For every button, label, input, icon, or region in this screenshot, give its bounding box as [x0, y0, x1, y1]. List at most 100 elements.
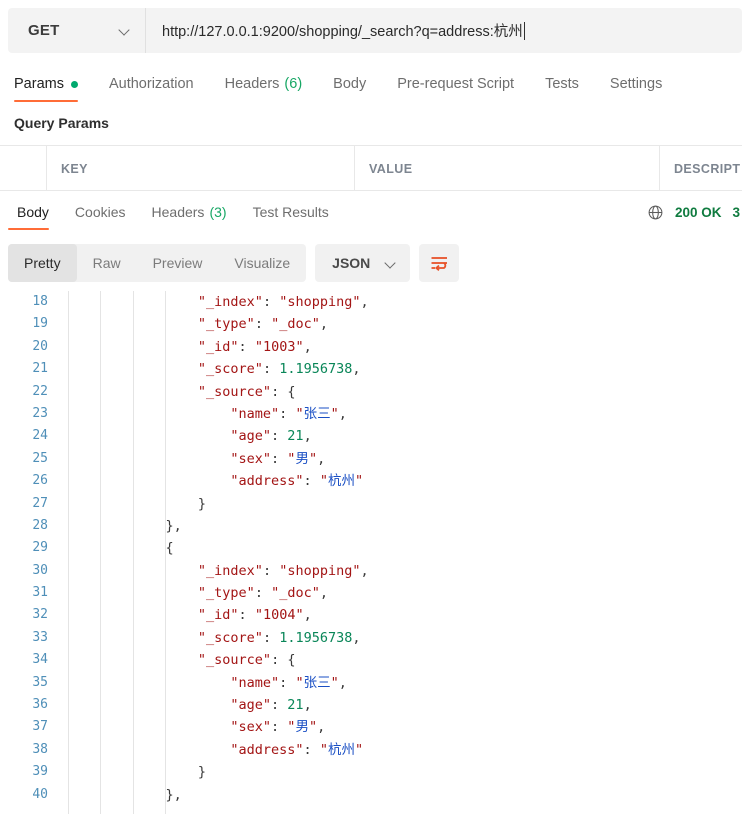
code-line: 35 "name": "张三",: [0, 672, 742, 694]
code-token: "shopping": [279, 294, 361, 310]
line-number: 27: [32, 495, 48, 511]
code-token: 21: [287, 697, 304, 714]
code-token: "address": [230, 741, 304, 758]
view-pretty[interactable]: Pretty: [8, 244, 77, 282]
line-number: 24: [32, 428, 48, 444]
chevron-down-icon: [120, 25, 131, 36]
tab-settings[interactable]: Settings: [610, 62, 676, 106]
code-line-text: {: [165, 537, 173, 559]
code-line: 39}: [0, 761, 742, 783]
code-token: ,: [360, 294, 369, 310]
http-method-selector[interactable]: GET: [8, 8, 146, 53]
response-tab-headers[interactable]: Headers (3): [139, 191, 240, 233]
code-token: "_score": [197, 361, 263, 378]
response-language-selector[interactable]: JSON: [315, 244, 411, 282]
view-visualize-label: Visualize: [234, 255, 291, 271]
code-token: "_id": [197, 338, 239, 355]
code-token: :: [262, 562, 280, 579]
code-token: "name": [230, 405, 280, 422]
code-token: ": [354, 741, 364, 758]
param-column-key: KEY: [47, 146, 355, 192]
line-number: 21: [32, 361, 48, 377]
line-number: 25: [32, 450, 48, 466]
line-number: 39: [32, 764, 48, 780]
code-line: 29 {: [0, 537, 742, 559]
code-token: : {: [271, 652, 296, 669]
code-token: ,: [360, 562, 369, 579]
code-line: 19 "_type": "_doc",: [0, 313, 742, 335]
code-token: ,: [338, 674, 347, 691]
code-token: :: [262, 361, 280, 378]
code-line-text: "age": 21,: [230, 694, 311, 716]
code-token: "_id": [197, 607, 239, 624]
response-tab-test-results[interactable]: Test Results: [240, 191, 342, 233]
code-token: :: [238, 338, 255, 355]
code-token: "_index": [197, 562, 263, 579]
code-token: :: [254, 316, 272, 333]
tab-authorization[interactable]: Authorization: [109, 62, 208, 106]
code-token: }: [197, 764, 207, 781]
code-line: 40},: [0, 784, 742, 806]
view-raw[interactable]: Raw: [77, 244, 137, 282]
view-preview[interactable]: Preview: [137, 244, 219, 282]
view-visualize[interactable]: Visualize: [218, 244, 306, 282]
url-bar-container: GET http://127.0.0.1:9200/shopping/_sear…: [8, 8, 742, 53]
line-number: 23: [32, 405, 48, 421]
code-token: ": [308, 719, 318, 736]
tab-headers[interactable]: Headers (6): [225, 62, 317, 106]
line-number: 34: [32, 652, 48, 668]
tab-params[interactable]: Params: [14, 62, 92, 106]
code-token: ": [295, 674, 304, 691]
code-token: "_index": [197, 294, 263, 310]
code-token: 男: [295, 450, 309, 467]
code-line: 27}: [0, 493, 742, 515]
code-line-text: "name": "张三",: [230, 403, 346, 425]
code-token: : {: [271, 383, 296, 400]
code-token: ": [330, 405, 339, 422]
code-token: ": [354, 473, 364, 490]
code-token: "shopping": [279, 562, 361, 579]
view-preview-label: Preview: [152, 255, 203, 271]
code-token: ,: [303, 697, 312, 714]
code-token: :: [262, 629, 280, 646]
code-line: 23 "name": "张三",: [0, 403, 742, 425]
line-number: 22: [32, 383, 48, 399]
line-number: 31: [32, 585, 48, 601]
response-tab-cookies[interactable]: Cookies: [62, 191, 139, 233]
code-token: "1003": [254, 338, 304, 355]
code-token: }: [197, 495, 207, 512]
request-tabs: Params Authorization Headers (6) Body Pr…: [0, 62, 742, 106]
code-token: ,: [317, 719, 326, 736]
code-token: :: [279, 405, 296, 422]
code-token: "age": [230, 428, 272, 445]
tab-pre-request-script[interactable]: Pre-request Script: [397, 62, 528, 106]
response-tab-body[interactable]: Body: [4, 191, 62, 233]
code-token: ": [330, 674, 339, 691]
tab-params-label: Params: [14, 76, 64, 92]
line-number: 29: [32, 540, 48, 556]
response-tab-cookies-label: Cookies: [74, 204, 126, 220]
url-input[interactable]: http://127.0.0.1:9200/shopping/_search?q…: [146, 8, 742, 53]
param-select-all-column[interactable]: [0, 146, 47, 192]
code-line-text: "_type": "_doc",: [198, 582, 328, 604]
response-format-toolbar: Pretty Raw Preview Visualize JSON: [8, 243, 460, 283]
code-token: ,: [303, 428, 312, 445]
code-line-text: "_source": {: [198, 381, 296, 403]
code-line: 32 "_id": "1004",: [0, 604, 742, 626]
code-token: "sex": [230, 719, 272, 736]
tab-body[interactable]: Body: [333, 62, 380, 106]
code-token: ,: [352, 361, 361, 378]
response-panel: Body Cookies Headers (3) Test Results 20…: [0, 190, 742, 814]
code-token: "_score": [197, 629, 263, 646]
tab-tests-label: Tests: [545, 76, 579, 92]
code-line: 21 "_score": 1.1956738,: [0, 358, 742, 380]
code-token: ,: [319, 316, 328, 333]
line-number: 32: [32, 607, 48, 623]
code-token: {: [165, 540, 174, 557]
word-wrap-button[interactable]: [419, 244, 460, 282]
line-number: 40: [32, 786, 48, 802]
response-body-viewer[interactable]: 18 "_index": "shopping", 19 "_type": "_doc"…: [0, 291, 742, 814]
tab-tests[interactable]: Tests: [545, 62, 593, 106]
code-token: :: [303, 473, 320, 490]
code-line: 38 "address": "杭州": [0, 739, 742, 761]
